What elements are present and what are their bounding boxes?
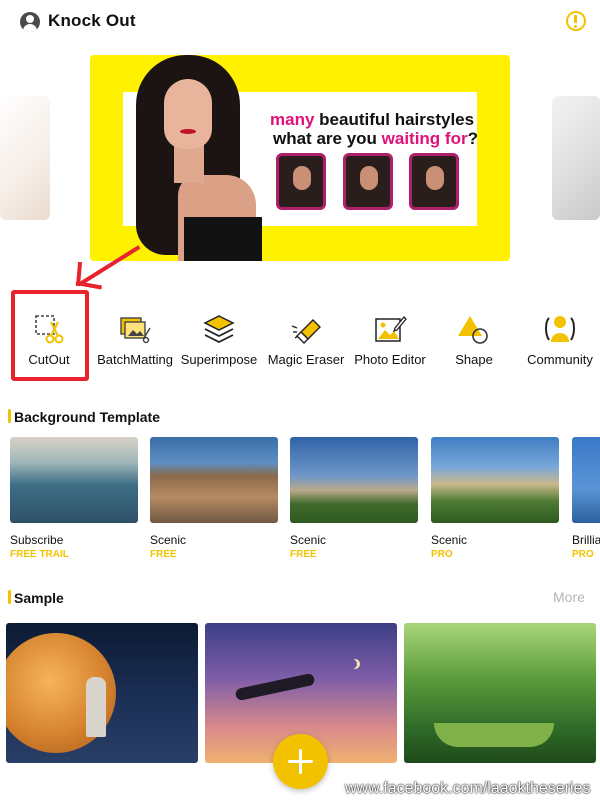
template-name: Scenic bbox=[290, 533, 327, 547]
template-name: Subscribe bbox=[10, 533, 64, 547]
tool-label: Superimpose bbox=[180, 352, 258, 367]
tool-photo-editor[interactable]: Photo Editor bbox=[350, 300, 430, 380]
batch-matting-icon bbox=[120, 317, 151, 344]
template-card[interactable]: Scenic FREE bbox=[150, 437, 280, 567]
template-image-parliament bbox=[290, 437, 418, 523]
sample-leaf-boat bbox=[434, 723, 554, 747]
template-tag: FREE bbox=[290, 549, 317, 560]
banner-headline-2: what are you waiting for? bbox=[273, 129, 478, 149]
banner-line2-start: what are you bbox=[273, 129, 382, 148]
banner-line1-rest: beautiful hairstyles bbox=[314, 110, 475, 129]
background-template-title: Background Template bbox=[14, 409, 160, 425]
banner-headline-1: many beautiful hairstyles bbox=[270, 110, 474, 130]
hairstyle-thumbnail bbox=[343, 153, 393, 210]
template-card[interactable]: Brillia PRO bbox=[572, 437, 600, 567]
tool-magic-eraser[interactable]: Magic Eraser bbox=[264, 300, 348, 380]
sample-figure bbox=[86, 677, 106, 737]
template-name: Brillia bbox=[572, 533, 600, 547]
sample-crescent-moon bbox=[347, 659, 357, 669]
template-name: Scenic bbox=[150, 533, 187, 547]
banner-highlight-waiting: waiting for bbox=[381, 129, 468, 148]
template-image-underwater bbox=[10, 437, 138, 523]
watermark-text: www.facebook.com/laaoktheseries bbox=[345, 780, 591, 797]
avatar-head bbox=[26, 15, 34, 23]
template-tag: FREE TRAIL bbox=[10, 549, 69, 560]
template-image-town bbox=[150, 437, 278, 523]
template-card[interactable]: Scenic PRO bbox=[431, 437, 561, 567]
tool-label: Magic Eraser bbox=[267, 352, 345, 367]
user-avatar-icon[interactable] bbox=[20, 12, 40, 32]
template-card[interactable]: Subscribe FREE TRAIL bbox=[10, 437, 140, 567]
avatar-body bbox=[23, 24, 37, 32]
sample-image-moon[interactable] bbox=[6, 623, 198, 763]
template-image-partial bbox=[572, 437, 600, 523]
tool-label: Photo Editor bbox=[354, 352, 426, 367]
template-image-palace bbox=[431, 437, 559, 523]
template-tag: FREE bbox=[150, 549, 177, 560]
app-title: Knock Out bbox=[48, 11, 136, 30]
tool-shape[interactable]: Shape bbox=[438, 300, 510, 380]
tools-row: CutOut BatchMatting Superimpose Magic Er… bbox=[0, 300, 600, 390]
thumbnail-face bbox=[426, 166, 444, 190]
add-plus-button[interactable] bbox=[273, 734, 328, 789]
layers-icon bbox=[203, 315, 235, 344]
banner-neck bbox=[174, 143, 204, 183]
banner-highlight-many: many bbox=[270, 110, 315, 129]
community-icon bbox=[545, 316, 575, 342]
carousel-prev-slide[interactable] bbox=[0, 96, 50, 220]
tool-label: BatchMatting bbox=[97, 352, 173, 367]
template-tag: PRO bbox=[572, 549, 594, 560]
sample-title: Sample bbox=[14, 590, 64, 606]
annotation-highlight-box bbox=[11, 290, 89, 381]
tool-label: Community bbox=[527, 352, 593, 367]
tool-community[interactable]: Community bbox=[522, 300, 598, 380]
section-accent-bar bbox=[8, 590, 11, 604]
template-name: Scenic bbox=[431, 533, 468, 547]
banner-dress bbox=[184, 217, 262, 261]
template-tag: PRO bbox=[431, 549, 453, 560]
shape-icon bbox=[458, 316, 488, 344]
hairstyle-thumbnail bbox=[409, 153, 459, 210]
promo-banner[interactable]: many beautiful hairstyles what are you w… bbox=[90, 55, 510, 261]
carousel-next-slide[interactable] bbox=[552, 96, 600, 220]
section-accent-bar bbox=[8, 409, 11, 423]
photo-edit-icon bbox=[375, 316, 407, 342]
hairstyle-thumbnail bbox=[276, 153, 326, 210]
thumbnail-face bbox=[360, 166, 378, 190]
more-link[interactable]: More bbox=[553, 589, 585, 605]
eraser-icon bbox=[291, 319, 321, 344]
tool-batchmatting[interactable]: BatchMatting bbox=[92, 300, 178, 380]
warning-circle-icon[interactable] bbox=[566, 11, 586, 31]
template-card[interactable]: Scenic FREE bbox=[290, 437, 420, 567]
banner-model-image bbox=[130, 55, 262, 261]
tool-label: Shape bbox=[455, 352, 493, 367]
banner-line2-end: ? bbox=[467, 129, 478, 148]
banner-lips bbox=[180, 129, 196, 134]
sample-image-forest[interactable] bbox=[404, 623, 596, 763]
banner-face bbox=[164, 79, 212, 149]
app-header: Knock Out bbox=[0, 0, 600, 44]
thumbnail-face bbox=[293, 166, 311, 190]
tool-superimpose[interactable]: Superimpose bbox=[178, 300, 260, 380]
